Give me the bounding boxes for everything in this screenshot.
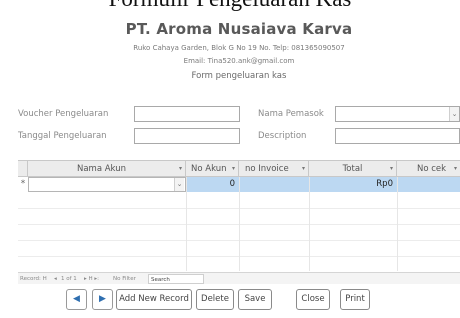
arrow-right-icon: ▶ [99, 294, 106, 304]
description-input[interactable] [335, 128, 460, 144]
sort-arrow-icon[interactable]: ▾ [454, 161, 457, 177]
column-label: No Akun [191, 164, 227, 174]
delete-button[interactable]: Delete [196, 289, 234, 310]
grid-vline [397, 177, 398, 271]
detail-grid: Nama Akun ▾ No Akun ▾ no Invoice ▾ Total ▾ N… [18, 160, 460, 284]
voucher-label: Voucher Pengeluaran [18, 109, 109, 119]
record-first-label[interactable]: Record: H [20, 273, 47, 285]
tanggal-label: Tanggal Pengeluaran [18, 131, 107, 141]
column-label: Nama Akun [76, 164, 126, 174]
sort-arrow-icon[interactable]: ▾ [179, 161, 182, 177]
next-last-record-icons[interactable]: ▸ H ▸: [84, 273, 99, 285]
company-name: PT. Aroma Nusaiava Karva [125, 20, 353, 38]
grid-vline [186, 177, 187, 271]
company-address: Ruko Cahaya Garden, Blok G No 19 No. Tel… [133, 44, 345, 52]
previous-record-button[interactable]: ◀ [66, 289, 87, 310]
column-label: Total [342, 164, 363, 174]
table-row[interactable]: ⌄ 0 Rp0 [28, 177, 460, 192]
close-button[interactable]: Close [296, 289, 330, 310]
print-button[interactable]: Print [340, 289, 370, 310]
add-new-record-button[interactable]: Add New Record [116, 289, 192, 310]
column-label: No cek [417, 164, 447, 174]
tanggal-input[interactable] [134, 128, 240, 144]
new-record-marker: * [20, 179, 26, 189]
sort-arrow-icon[interactable]: ▾ [232, 161, 235, 177]
column-total[interactable]: Total ▾ [309, 161, 397, 177]
chevron-down-icon[interactable]: ⌄ [449, 107, 459, 121]
column-no-akun[interactable]: No Akun ▾ [186, 161, 239, 177]
grid-corner [18, 161, 28, 177]
column-no-cek[interactable]: No cek ▾ [397, 161, 460, 177]
column-label: no Invoice [245, 164, 289, 174]
arrow-left-icon: ◀ [73, 294, 80, 304]
prev-record-icon[interactable]: ◂ [54, 273, 57, 285]
sort-arrow-icon[interactable]: ▾ [390, 161, 393, 177]
nama-akun-cell[interactable] [28, 177, 186, 192]
no-filter-indicator[interactable]: No Filter [113, 273, 136, 285]
description-label: Description [258, 131, 307, 141]
pemasok-label: Nama Pemasok [258, 109, 324, 119]
page-top-title: Formulir Pengeluaran Kas [0, 0, 460, 12]
chevron-down-icon[interactable]: ⌄ [174, 178, 184, 191]
no-cek-cell[interactable] [397, 177, 460, 192]
save-button[interactable]: Save [238, 289, 272, 310]
voucher-input[interactable] [134, 106, 240, 122]
grid-vline [239, 177, 240, 271]
form-pengeluaran-kas: PT. Aroma Nusaiava Karva Ruko Cahaya Gar… [18, 14, 460, 318]
pemasok-select[interactable]: ⌄ [335, 106, 460, 122]
column-no-invoice[interactable]: no Invoice ▾ [239, 161, 309, 177]
no-invoice-cell[interactable] [239, 177, 309, 192]
sort-arrow-icon[interactable]: ▾ [302, 161, 305, 177]
record-search-box[interactable]: Search [148, 274, 204, 284]
company-email: Email: Tina520.ank@gmail.com [183, 57, 295, 65]
grid-header: Nama Akun ▾ No Akun ▾ no Invoice ▾ Total ▾ N… [18, 161, 460, 177]
record-position[interactable]: 1 of 1 [61, 273, 77, 285]
next-record-button[interactable]: ▶ [92, 289, 113, 310]
total-cell[interactable]: Rp0 [309, 177, 397, 192]
no-akun-cell[interactable]: 0 [186, 177, 239, 192]
column-nama-akun[interactable]: Nama Akun ▾ [28, 161, 186, 177]
form-title: Form pengeluaran kas [191, 71, 287, 81]
record-navigation-bar: Record: H ◂ 1 of 1 ▸ H ▸: No Filter Sear… [18, 272, 460, 284]
grid-vline [309, 177, 310, 271]
